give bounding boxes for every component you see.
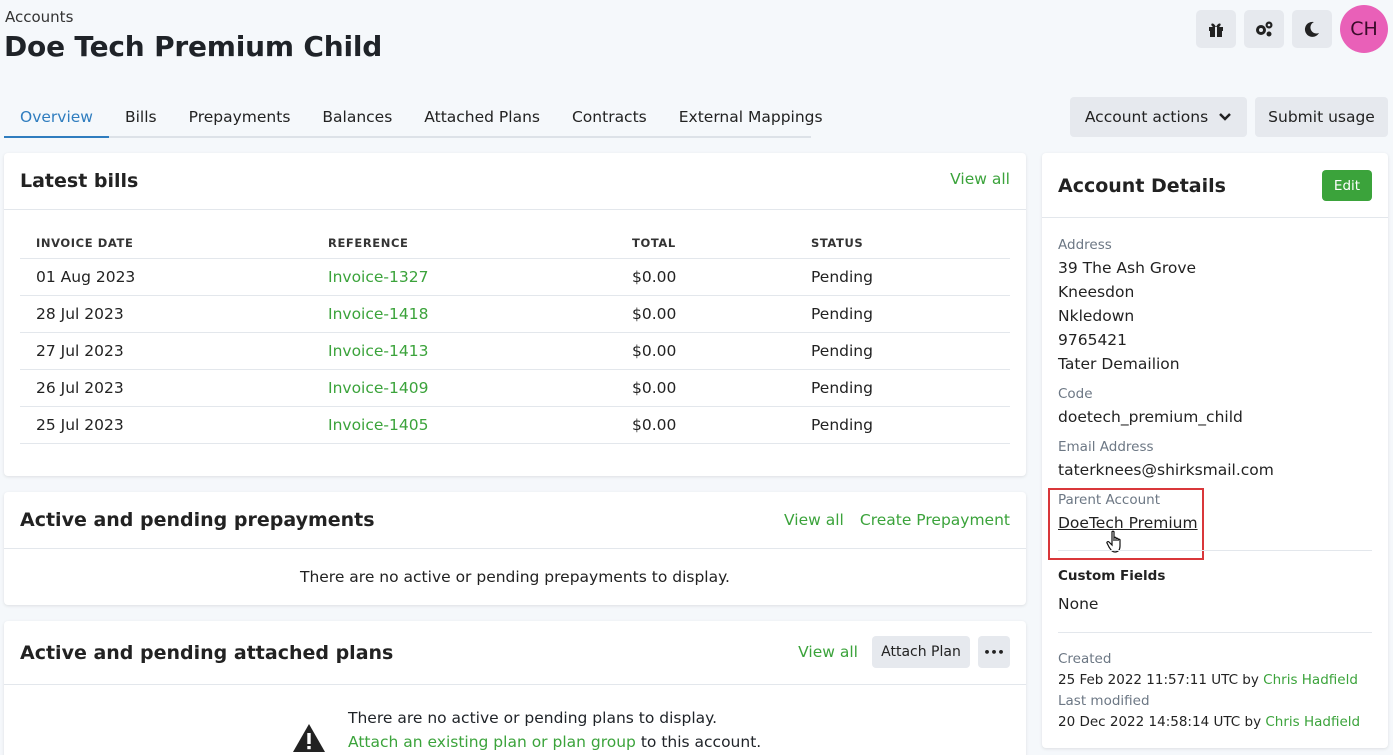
invoice-total: $0.00 <box>616 332 795 370</box>
gift-icon <box>1209 23 1223 37</box>
plans-empty-message: There are no active or pending plans to … <box>348 709 718 727</box>
table-row: 26 Jul 2023 Invoice-1409 $0.00 Pending <box>20 369 1010 407</box>
table-row: 01 Aug 2023 Invoice-1327 $0.00 Pending <box>20 258 1010 296</box>
tab-balances[interactable]: Balances <box>306 97 408 138</box>
create-prepayment-link[interactable]: Create Prepayment <box>860 511 1010 529</box>
invoice-total: $0.00 <box>616 369 795 407</box>
created-by-link[interactable]: Chris Hadfield <box>1263 672 1358 688</box>
tab-bar: Overview Bills Prepayments Balances Atta… <box>4 97 823 138</box>
latest-bills-card: Latest bills View all INVOICE DATE REFER… <box>4 153 1026 476</box>
invoice-date: 25 Jul 2023 <box>20 406 312 444</box>
moon-icon <box>1304 21 1319 37</box>
invoice-status: Pending <box>795 258 1010 296</box>
created-label: Created <box>1058 651 1112 667</box>
prepayments-title: Active and pending prepayments <box>20 509 375 531</box>
tab-prepayments[interactable]: Prepayments <box>173 97 307 138</box>
table-row: 28 Jul 2023 Invoice-1418 $0.00 Pending <box>20 295 1010 333</box>
invoice-status: Pending <box>795 406 1010 444</box>
prepayments-card: Active and pending prepayments View all … <box>4 492 1026 605</box>
email-value: taterknees@shirksmail.com <box>1058 461 1274 479</box>
column-header: REFERENCE <box>312 228 616 259</box>
column-header: TOTAL <box>616 228 795 259</box>
bills-table: INVOICE DATE REFERENCE TOTAL STATUS 01 A… <box>20 228 1010 444</box>
invoice-link[interactable]: Invoice-1409 <box>312 369 616 407</box>
theme-toggle-button[interactable] <box>1292 10 1332 48</box>
address-label: Address <box>1058 237 1112 253</box>
invoice-date: 01 Aug 2023 <box>20 258 312 296</box>
modified-value: 20 Dec 2022 14:58:14 UTC by <box>1058 714 1262 730</box>
address-line: 9765421 <box>1058 331 1128 349</box>
modified-by-link[interactable]: Chris Hadfield <box>1265 714 1360 730</box>
divider <box>1058 632 1372 633</box>
column-header: INVOICE DATE <box>20 228 312 259</box>
tab-external-mappings[interactable]: External Mappings <box>663 97 839 138</box>
table-row: 27 Jul 2023 Invoice-1413 $0.00 Pending <box>20 332 1010 370</box>
divider <box>1058 550 1372 551</box>
invoice-link[interactable]: Invoice-1418 <box>312 295 616 333</box>
invoice-status: Pending <box>795 295 1010 333</box>
address-line: Nkledown <box>1058 307 1135 325</box>
plans-title: Active and pending attached plans <box>20 641 394 664</box>
table-row: 25 Jul 2023 Invoice-1405 $0.00 Pending <box>20 406 1010 444</box>
email-label: Email Address <box>1058 439 1154 455</box>
invoice-link[interactable]: Invoice-1413 <box>312 332 616 370</box>
invoice-date: 26 Jul 2023 <box>20 369 312 407</box>
prepayments-empty-message: There are no active or pending prepaymen… <box>299 568 730 586</box>
attach-suffix-text: to this account. <box>640 733 762 751</box>
invoice-status: Pending <box>795 369 1010 407</box>
prepayments-view-all-link[interactable]: View all <box>784 511 844 529</box>
latest-bills-title: Latest bills <box>20 170 139 192</box>
breadcrumb[interactable]: Accounts <box>5 8 73 26</box>
address-block: 39 The Ash Grove Kneesdon Nkledown 97654… <box>1058 256 1196 376</box>
invoice-status: Pending <box>795 332 1010 370</box>
plans-view-all-link[interactable]: View all <box>798 643 858 661</box>
attached-plans-card: Active and pending attached plans View a… <box>4 621 1026 755</box>
column-header: STATUS <box>795 228 1010 259</box>
custom-fields-value: None <box>1058 595 1099 613</box>
account-details-title: Account Details <box>1058 175 1226 197</box>
bills-view-all-link[interactable]: View all <box>950 170 1010 188</box>
custom-fields-label: Custom Fields <box>1058 568 1166 584</box>
parent-account-label: Parent Account <box>1058 492 1161 508</box>
account-details-card: Account Details Edit Address 39 The Ash … <box>1042 153 1388 748</box>
code-label: Code <box>1058 386 1093 402</box>
invoice-link[interactable]: Invoice-1327 <box>312 258 616 296</box>
more-options-button[interactable]: ••• <box>978 636 1010 668</box>
address-line: 39 The Ash Grove <box>1058 259 1197 277</box>
edit-button[interactable]: Edit <box>1322 170 1372 201</box>
tab-attached-plans[interactable]: Attached Plans <box>408 97 556 138</box>
parent-account-link[interactable]: DoeTech Premium <box>1058 511 1198 535</box>
address-line: Kneesdon <box>1058 283 1135 301</box>
invoice-total: $0.00 <box>616 295 795 333</box>
gears-icon <box>1256 21 1273 37</box>
tab-bills[interactable]: Bills <box>109 97 173 138</box>
attach-plan-button[interactable]: Attach Plan <box>872 636 970 668</box>
address-line: Tater Demailion <box>1058 355 1180 373</box>
invoice-total: $0.00 <box>616 406 795 444</box>
gift-button[interactable] <box>1196 10 1236 48</box>
invoice-link[interactable]: Invoice-1405 <box>312 406 616 444</box>
created-value: 25 Feb 2022 11:57:11 UTC by <box>1058 672 1259 688</box>
tab-contracts[interactable]: Contracts <box>556 97 663 138</box>
modified-label: Last modified <box>1058 693 1150 709</box>
submit-usage-button[interactable]: Submit usage <box>1255 97 1388 137</box>
code-value: doetech_premium_child <box>1058 408 1243 426</box>
attach-existing-plan-link[interactable]: Attach an existing plan or plan group <box>348 733 636 751</box>
settings-button[interactable] <box>1244 10 1284 48</box>
account-actions-button[interactable]: Account actions <box>1070 97 1247 137</box>
avatar[interactable]: CH <box>1340 5 1388 53</box>
invoice-date: 28 Jul 2023 <box>20 295 312 333</box>
warning-icon <box>293 724 325 752</box>
invoice-date: 27 Jul 2023 <box>20 332 312 370</box>
page-title: Doe Tech Premium Child <box>4 30 383 63</box>
invoice-total: $0.00 <box>616 258 795 296</box>
chevron-down-icon <box>1219 113 1232 121</box>
tab-overview[interactable]: Overview <box>4 97 109 138</box>
account-actions-label: Account actions <box>1084 108 1209 126</box>
